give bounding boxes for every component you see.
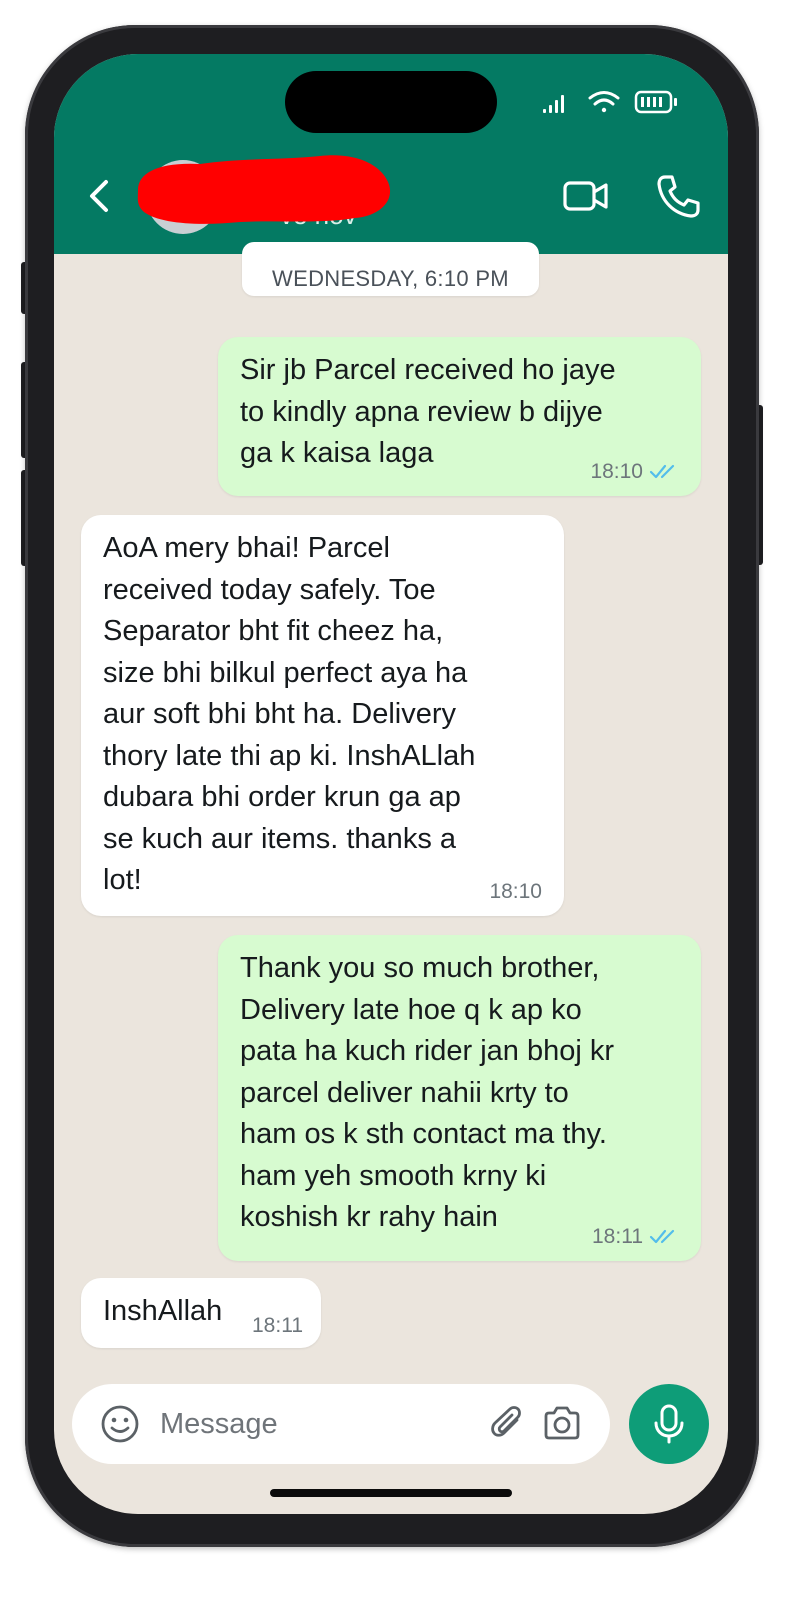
message-composer bbox=[72, 1384, 610, 1464]
message-text: Sir jb Parcel received ho jaye to kindly… bbox=[240, 354, 616, 469]
back-arrow-icon[interactable] bbox=[82, 176, 118, 216]
message-input[interactable] bbox=[160, 1402, 460, 1446]
message-text: Thank you so much brother, Delivery late… bbox=[240, 952, 614, 1233]
message-bubble-incoming[interactable]: InshAllah 18:11 bbox=[81, 1278, 321, 1348]
attach-icon[interactable] bbox=[490, 1404, 526, 1444]
message-time: 18:11 bbox=[252, 1314, 303, 1337]
home-indicator[interactable] bbox=[270, 1489, 512, 1497]
phone-call-icon[interactable] bbox=[654, 172, 702, 220]
message-time: 18:10 bbox=[590, 460, 643, 483]
message-meta: 18:11 bbox=[592, 1225, 679, 1249]
signal-icon bbox=[543, 95, 564, 113]
chat-header: ve nov bbox=[54, 54, 728, 254]
wifi-icon bbox=[588, 91, 620, 113]
read-receipt-icon bbox=[649, 1229, 675, 1244]
emoji-icon[interactable] bbox=[100, 1404, 140, 1444]
message-meta: 18:10 bbox=[590, 460, 679, 484]
redaction-mark bbox=[137, 155, 391, 224]
status-bar-icons bbox=[543, 90, 677, 114]
read-receipt-icon bbox=[649, 464, 675, 479]
camera-icon[interactable] bbox=[542, 1404, 582, 1442]
microphone-button[interactable] bbox=[629, 1384, 709, 1464]
video-call-icon[interactable] bbox=[562, 176, 610, 216]
message-bubble-outgoing[interactable]: Thank you so much brother, Delivery late… bbox=[218, 935, 701, 1261]
message-text: AoA mery bhai! Parcel received today saf… bbox=[103, 532, 476, 896]
date-separator: WEDNESDAY, 6:10 PM bbox=[242, 242, 539, 296]
message-time: 18:10 bbox=[489, 880, 542, 903]
message-meta: 18:11 bbox=[252, 1314, 303, 1338]
message-bubble-incoming[interactable]: AoA mery bhai! Parcel received today saf… bbox=[81, 515, 564, 916]
phone-screen: ve nov WEDNESDAY, 6:10 PM Sir jb Parcel … bbox=[54, 54, 728, 1514]
dynamic-island bbox=[285, 71, 497, 133]
phone-frame: ve nov WEDNESDAY, 6:10 PM Sir jb Parcel … bbox=[25, 25, 759, 1547]
message-bubble-outgoing[interactable]: Sir jb Parcel received ho jaye to kindly… bbox=[218, 337, 701, 496]
message-meta: 18:10 bbox=[489, 880, 542, 904]
message-time: 18:11 bbox=[592, 1225, 643, 1248]
battery-icon bbox=[634, 90, 677, 114]
microphone-icon bbox=[654, 1404, 684, 1444]
